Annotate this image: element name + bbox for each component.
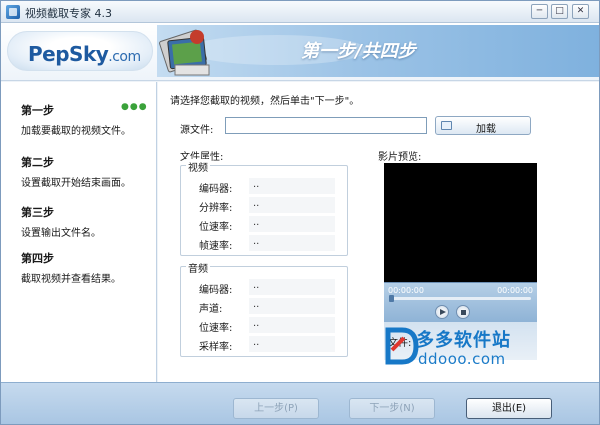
play-icon[interactable] xyxy=(435,305,449,319)
app-window: 视频截取专家 4.3 ─ □ ✕ PepSky.com 第一步/共四步 第一步 … xyxy=(0,0,600,425)
property-row: 编码器: .. xyxy=(181,279,347,296)
property-row: 采样率: .. xyxy=(181,336,347,353)
video-properties-group: 视频 编码器: .. 分辨率: .. 位速率: .. 帧速率: .. xyxy=(180,159,348,256)
property-label: 采样率: xyxy=(199,342,233,353)
logo: PepSky.com xyxy=(7,31,153,71)
load-button[interactable]: 加载 xyxy=(435,116,531,135)
sidebar-step-3: 第三步 设置输出文件名。 xyxy=(21,204,101,239)
property-label: 分辨率: xyxy=(199,203,233,214)
property-row: 声道: .. xyxy=(181,298,347,315)
seek-handle[interactable] xyxy=(389,295,394,302)
property-label: 声道: xyxy=(199,304,223,315)
watermark-logo-icon xyxy=(385,327,419,365)
logo-main: PepSky xyxy=(28,42,109,66)
property-label: 位速率: xyxy=(199,323,233,334)
property-value: .. xyxy=(249,178,335,194)
step-desc: 设置输出文件名。 xyxy=(21,228,101,239)
title-bar: 视频截取专家 4.3 ─ □ ✕ xyxy=(1,1,599,23)
watermark: 多多软件站 ddooo.com xyxy=(384,324,554,374)
property-value: .. xyxy=(249,298,335,314)
player-controls: 00:00:00 00:00:00 xyxy=(384,282,537,322)
preview-label: 影片预览: xyxy=(378,152,422,163)
property-label: 编码器: xyxy=(199,285,233,296)
sidebar-step-4: 第四步 截取视频并查看结果。 xyxy=(21,250,121,285)
property-value: .. xyxy=(249,235,335,251)
sidebar-step-2: 第二步 设置截取开始结束画面。 xyxy=(21,154,131,189)
step-name: 第四步 xyxy=(21,252,54,265)
window-title: 视频截取专家 4.3 xyxy=(25,7,112,20)
logo-text: PepSky.com xyxy=(28,42,141,66)
active-step-indicator: ●●● xyxy=(121,102,148,112)
wizard-sidebar: 第一步 加载要截取的视频文件。 ●●● 第二步 设置截取开始结束画面。 第三步 … xyxy=(1,82,157,382)
property-row: 编码器: .. xyxy=(181,178,347,195)
property-row: 位速率: .. xyxy=(181,317,347,334)
audio-properties-group: 音频 编码器: .. 声道: .. 位速率: .. 采样率: .. xyxy=(180,260,348,357)
property-row: 位速率: .. xyxy=(181,216,347,233)
logo-suffix: .com xyxy=(108,49,141,65)
prev-step-button[interactable]: 上一步(P) xyxy=(233,398,319,419)
property-label: 位速率: xyxy=(199,222,233,233)
property-value: .. xyxy=(249,216,335,232)
app-icon xyxy=(6,5,20,19)
seek-bar[interactable] xyxy=(389,295,531,302)
step-desc: 设置截取开始结束画面。 xyxy=(21,178,131,189)
current-time: 00:00:00 xyxy=(388,286,424,295)
step-name: 第三步 xyxy=(21,206,54,219)
minimize-button[interactable]: ─ xyxy=(531,4,548,19)
instruction-text: 请选择您截取的视频，然后单击"下一步"。 xyxy=(170,96,360,107)
step-name: 第一步 xyxy=(21,104,54,117)
film-reel-icon xyxy=(159,29,210,76)
property-label: 帧速率: xyxy=(199,241,233,252)
step-name: 第二步 xyxy=(21,156,54,169)
source-file-input[interactable] xyxy=(225,117,427,134)
exit-button[interactable]: 退出(E) xyxy=(466,398,552,419)
load-button-label: 加载 xyxy=(476,124,496,135)
property-row: 帧速率: .. xyxy=(181,235,347,252)
watermark-domain: ddooo.com xyxy=(418,350,506,368)
audio-group-title: 音频 xyxy=(186,260,210,275)
property-value: .. xyxy=(249,336,335,352)
stop-icon[interactable] xyxy=(456,305,470,319)
step-desc: 加载要截取的视频文件。 xyxy=(21,126,131,137)
total-time: 00:00:00 xyxy=(497,286,533,295)
property-row: 分辨率: .. xyxy=(181,197,347,214)
video-preview xyxy=(384,163,537,282)
source-file-label: 源文件: xyxy=(180,125,214,136)
property-value: .. xyxy=(249,197,335,213)
maximize-button[interactable]: □ xyxy=(551,4,568,19)
watermark-name: 多多软件站 xyxy=(416,330,511,351)
wizard-footer: 上一步(P) 下一步(N) 退出(E) xyxy=(1,382,599,424)
property-label: 编码器: xyxy=(199,184,233,195)
sidebar-step-1: 第一步 加载要截取的视频文件。 xyxy=(21,102,131,137)
video-group-title: 视频 xyxy=(186,159,210,174)
header-banner: PepSky.com 第一步/共四步 xyxy=(1,23,599,81)
next-step-button[interactable]: 下一步(N) xyxy=(349,398,435,419)
step-title: 第一步/共四步 xyxy=(301,41,416,62)
property-value: .. xyxy=(249,279,335,295)
step-desc: 截取视频并查看结果。 xyxy=(21,274,121,285)
folder-icon xyxy=(441,121,452,130)
property-value: .. xyxy=(249,317,335,333)
close-button[interactable]: ✕ xyxy=(572,4,589,19)
